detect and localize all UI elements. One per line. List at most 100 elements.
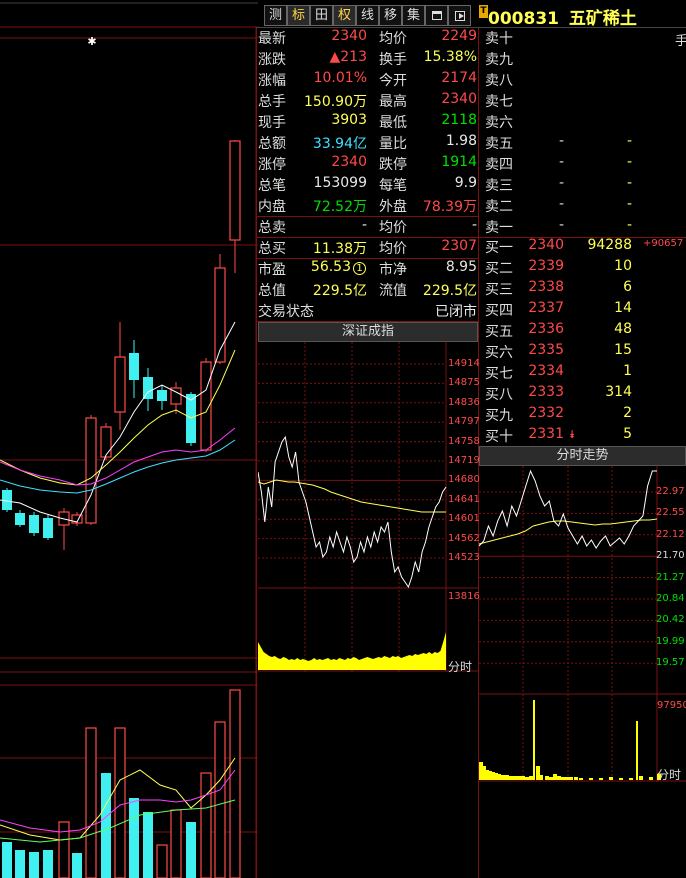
bid-row[interactable]: 买十 2331 5 <box>479 426 686 447</box>
stock-name: 五矿稀土 <box>568 9 637 29</box>
quote-value: 78.39万 <box>422 199 477 215</box>
tab-4[interactable]: 线 <box>356 5 379 26</box>
bid-row[interactable]: 买九 2332 2 <box>479 405 686 426</box>
bid-row[interactable]: 买五 2336 48 <box>479 321 686 342</box>
candle <box>157 385 167 410</box>
intraday-axis-label: 20.42 <box>656 614 685 626</box>
ask-price: - <box>558 175 564 191</box>
intraday-volume-bar <box>619 778 623 780</box>
quote-label: 最新 <box>258 31 286 47</box>
bid-row[interactable]: 买二 2339 10 <box>479 258 686 279</box>
play-icon[interactable] <box>448 5 471 26</box>
ask-volume: - <box>626 133 632 149</box>
quote-row: 涨停 2340 跌停 1914 <box>257 154 478 175</box>
ask-row[interactable]: 卖六 <box>479 112 686 133</box>
intraday-panel-header[interactable]: 分时走势 <box>479 446 686 466</box>
tab-6[interactable]: 集 <box>402 5 425 26</box>
index-axis-label: 14797 <box>448 416 480 428</box>
volume-bar <box>114 727 126 878</box>
t-badge: T <box>479 5 488 18</box>
quote-value: 2174 <box>441 70 477 86</box>
volume-bar <box>58 821 70 878</box>
volume-bar <box>72 853 82 878</box>
candle <box>143 368 153 411</box>
quote-label: 最高 <box>379 94 407 110</box>
window-icon[interactable] <box>425 5 448 26</box>
bid-label: 买六 <box>485 345 513 361</box>
quote-value: 10.01% <box>313 70 367 86</box>
volume-bar <box>2 842 12 878</box>
bid-price: 2339 <box>528 258 564 274</box>
intraday-chart[interactable] <box>479 466 686 782</box>
quote-label: 市净 <box>379 262 407 278</box>
volume-bar <box>200 772 212 878</box>
ask-row[interactable]: 卖三 - - <box>479 175 686 196</box>
index-panel-header[interactable]: 深证成指 <box>258 322 478 342</box>
quote-label: 总买 <box>258 241 286 257</box>
candle <box>15 510 25 527</box>
bid-row[interactable]: 买七 2334 1 <box>479 363 686 384</box>
bid-row[interactable]: 买六 2335 15 <box>479 342 686 363</box>
intraday-volume-bar <box>553 774 557 780</box>
bid-row[interactable]: 买八 2333 314 <box>479 384 686 405</box>
bid-price: 2335 <box>528 342 564 358</box>
index-chart[interactable] <box>258 342 478 672</box>
volume-bar <box>214 721 226 878</box>
intraday-axis-label: 22.97 <box>656 486 685 497</box>
index-axis-label: 14641 <box>448 493 480 505</box>
candle <box>170 382 182 414</box>
bid-label: 买十 <box>485 429 513 445</box>
quote-row: 现手 3903 最低 2118 <box>257 112 478 133</box>
quote-label: 涨幅 <box>258 73 286 89</box>
candle <box>229 140 241 273</box>
kline-chart[interactable]: ✱ <box>0 0 258 878</box>
candle <box>129 340 139 398</box>
tab-1[interactable]: 标 <box>287 5 310 26</box>
intraday-volume-bar <box>521 776 525 780</box>
candle <box>85 415 97 525</box>
quote-row: 涨幅 10.01% 今开 2174 <box>257 70 478 91</box>
intraday-volume-bar <box>565 777 569 780</box>
quote-label: 总额 <box>258 136 286 152</box>
quote-value: 3903 <box>331 112 367 128</box>
bid-row[interactable]: 买三 2338 6 <box>479 279 686 300</box>
quote-label: 外盘 <box>379 199 407 215</box>
ask-row[interactable]: 卖二 - - <box>479 196 686 217</box>
bid-price: 2338 <box>528 279 564 295</box>
bid-label: 买五 <box>485 324 513 340</box>
ask-row[interactable]: 卖四 - - <box>479 154 686 175</box>
tab-0[interactable]: 测 <box>264 5 287 26</box>
tab-2[interactable]: 田 <box>310 5 333 26</box>
bid-volume: 14 <box>614 300 632 316</box>
intraday-time-label: 分时 <box>657 768 682 782</box>
ask-price: - <box>558 217 564 233</box>
tab-3[interactable]: 权 <box>333 5 356 26</box>
bid-row[interactable]: 买四 2337 14 <box>479 300 686 321</box>
candle <box>43 515 53 540</box>
ask-label: 卖七 <box>485 94 513 110</box>
ask-row[interactable]: 卖十 <box>479 28 686 49</box>
tab-5[interactable]: 移 <box>379 5 402 26</box>
bid-label: 买八 <box>485 387 513 403</box>
bid-label: 买二 <box>485 261 513 277</box>
bid1-change: +90657 <box>643 238 684 249</box>
intraday-volume-bar <box>599 778 603 780</box>
quote-value: 153099 <box>313 175 367 191</box>
quote-row: 总值 229.5亿 流值 229.5亿 <box>257 280 478 301</box>
bid-price: 2333 <box>528 384 564 400</box>
ask-row[interactable]: 卖七 <box>479 91 686 112</box>
ask-row[interactable]: 卖五 - - <box>479 133 686 154</box>
ask-row[interactable]: 卖一 - - <box>479 217 686 238</box>
ask-label: 卖六 <box>485 115 513 131</box>
quote-value: 33.94亿 <box>312 136 367 152</box>
intraday-volume-bar <box>509 776 513 780</box>
ask-row[interactable]: 卖八 <box>479 70 686 91</box>
intraday-volume-bar <box>497 774 501 780</box>
ask-row[interactable]: 卖九 <box>479 49 686 70</box>
index-axis-label: 14601 <box>448 513 480 525</box>
ask-label: 卖四 <box>485 157 513 173</box>
quote-label: 量比 <box>379 136 407 152</box>
index-axis-label: 14680 <box>448 474 480 486</box>
index-axis-label: 14523 <box>448 552 480 563</box>
quote-label: 均价 <box>379 220 407 236</box>
